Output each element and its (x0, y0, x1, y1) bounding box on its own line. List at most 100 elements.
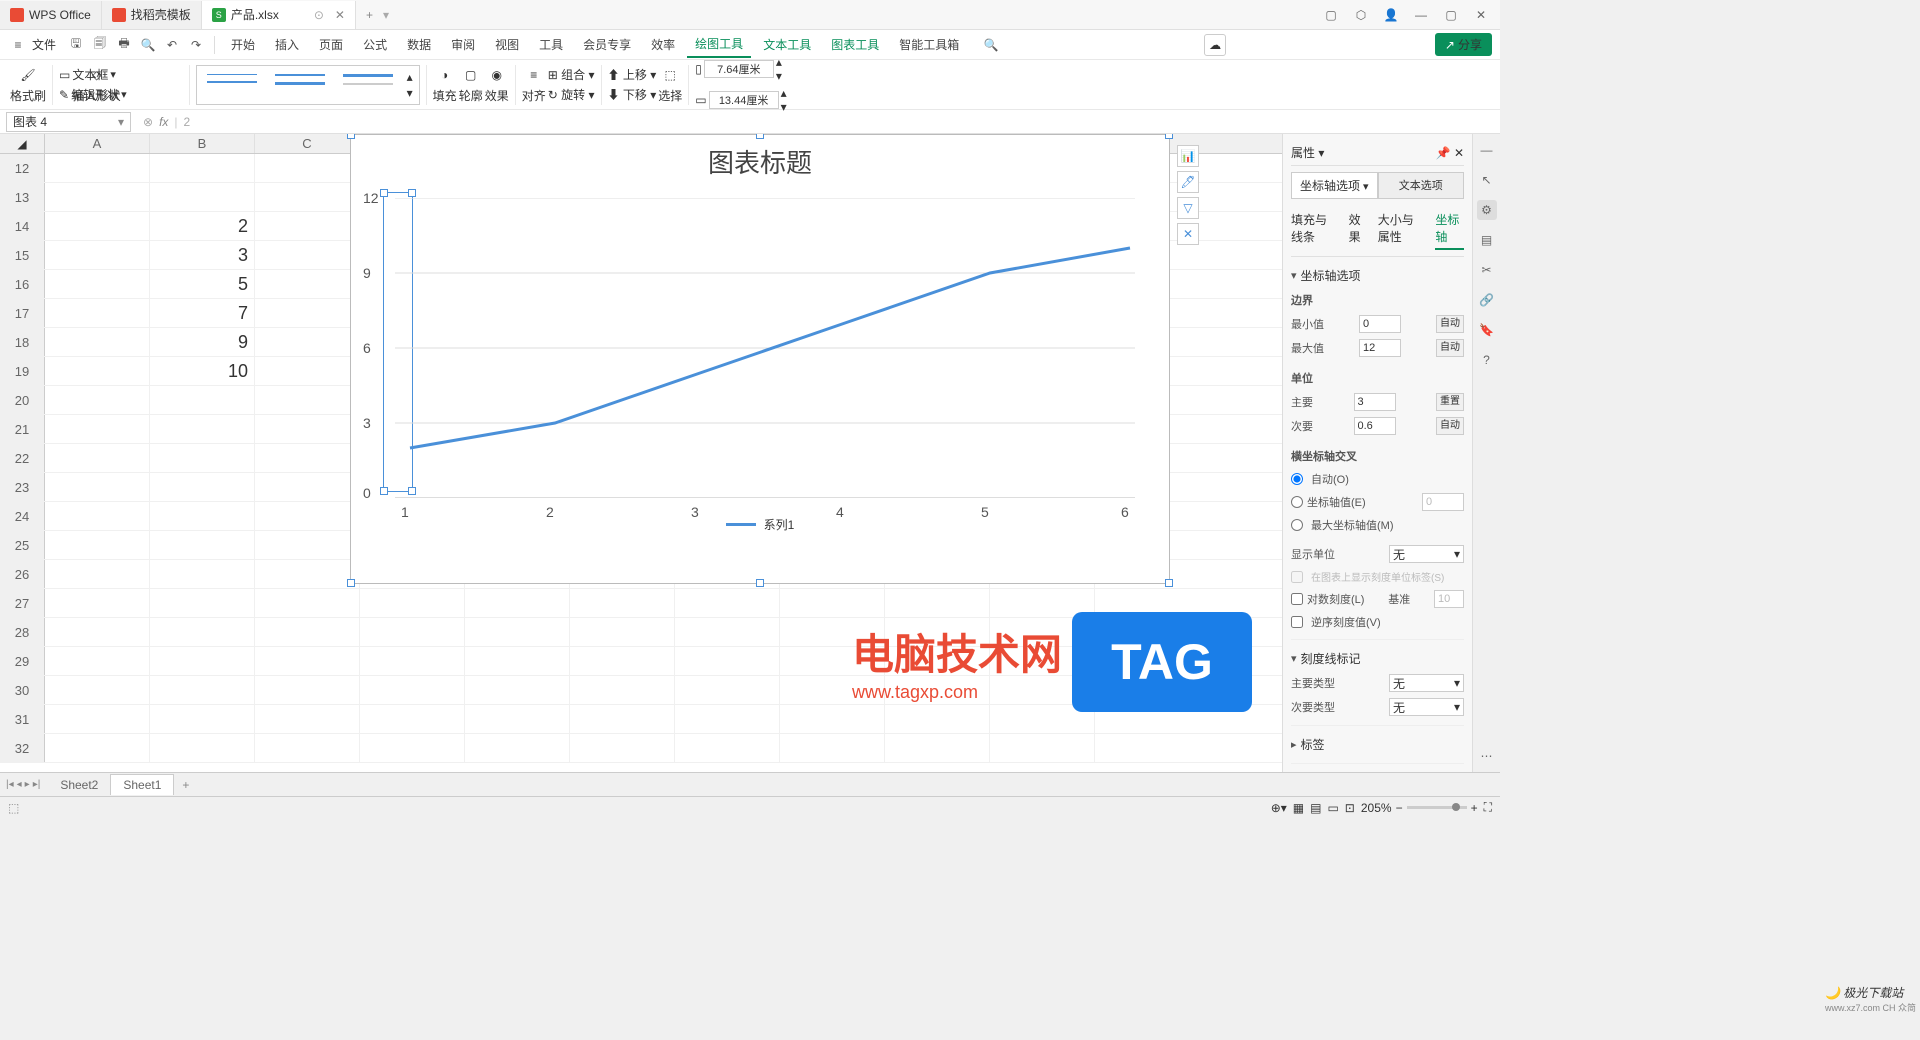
cell[interactable] (570, 647, 675, 675)
col-header[interactable]: A (45, 134, 150, 153)
cell[interactable] (45, 241, 150, 269)
cell[interactable] (45, 212, 150, 240)
cell[interactable] (45, 705, 150, 733)
close-button[interactable]: ✕ (1470, 4, 1492, 26)
row-header[interactable]: 17 (0, 299, 45, 327)
line-style-gallery[interactable]: ▴▾ (196, 65, 420, 105)
section-labels[interactable]: ▸ 标签 (1291, 732, 1464, 757)
row-header[interactable]: 31 (0, 705, 45, 733)
auto-button[interactable]: 自动 (1436, 315, 1464, 333)
cell[interactable] (150, 183, 255, 211)
panel-icon[interactable]: ▢ (1320, 4, 1342, 26)
max-input[interactable] (1359, 339, 1401, 357)
row-header[interactable]: 13 (0, 183, 45, 211)
cell[interactable] (150, 154, 255, 182)
major-type-select[interactable]: 无▾ (1389, 674, 1464, 692)
cell[interactable] (150, 734, 255, 762)
cell[interactable] (255, 212, 360, 240)
tab-member[interactable]: 会员专享 (575, 32, 639, 57)
auto-button[interactable]: 自动 (1436, 417, 1464, 435)
cell[interactable] (780, 734, 885, 762)
undo-icon[interactable]: ↶ (162, 35, 182, 55)
cell[interactable] (360, 618, 465, 646)
cell[interactable]: 10 (150, 357, 255, 385)
chart-handle[interactable] (756, 134, 764, 139)
cell[interactable] (150, 444, 255, 472)
cell[interactable] (360, 647, 465, 675)
menu-icon[interactable]: ≡ (8, 35, 28, 55)
chart-settings-icon[interactable]: ✕ (1177, 223, 1199, 245)
layers-icon[interactable]: ▤ (1477, 230, 1497, 250)
cell[interactable] (570, 676, 675, 704)
tab-overflow-icon[interactable]: ⊙ (314, 8, 324, 22)
col-header[interactable]: C (255, 134, 360, 153)
height-input[interactable] (709, 91, 779, 109)
cell[interactable] (45, 560, 150, 588)
first-sheet-icon[interactable]: |◂ (6, 779, 14, 790)
user-avatar-icon[interactable]: 👤 (1380, 4, 1402, 26)
cell[interactable] (45, 647, 150, 675)
tab-start[interactable]: 开始 (223, 32, 263, 57)
cell[interactable] (45, 444, 150, 472)
tab-page[interactable]: 页面 (311, 32, 351, 57)
fx-icon[interactable]: fx (159, 115, 168, 129)
cell[interactable] (255, 357, 360, 385)
cell[interactable] (675, 647, 780, 675)
grid-row[interactable]: 32 (0, 734, 1282, 763)
settings-tool-icon[interactable]: ⚙ (1477, 200, 1497, 220)
auto-button[interactable]: 自动 (1436, 339, 1464, 357)
subtab-effects[interactable]: 效果 (1349, 211, 1368, 250)
down-arrow-icon[interactable]: ▾ (407, 86, 413, 100)
cell[interactable]: 5 (150, 270, 255, 298)
minor-type-select[interactable]: 无▾ (1389, 698, 1464, 716)
text-options-tab[interactable]: 文本选项 (1378, 172, 1465, 199)
chart-title[interactable]: 图表标题 (351, 135, 1169, 188)
row-header[interactable]: 18 (0, 328, 45, 356)
cell[interactable] (675, 676, 780, 704)
close-panel-icon[interactable]: ✕ (1454, 146, 1464, 160)
cell[interactable] (45, 154, 150, 182)
collapse-icon[interactable]: — (1477, 140, 1497, 160)
cell[interactable] (150, 502, 255, 530)
link-icon[interactable]: 🔗 (1477, 290, 1497, 310)
base-input[interactable] (1434, 590, 1464, 608)
row-header[interactable]: 22 (0, 444, 45, 472)
print2-icon[interactable]: 🖶 (114, 35, 134, 55)
cross-max-radio[interactable] (1291, 519, 1303, 531)
cell[interactable] (255, 299, 360, 327)
next-sheet-icon[interactable]: ▸ (25, 779, 30, 790)
zoom-out-button[interactable]: − (1396, 801, 1403, 815)
subtab-size[interactable]: 大小与属性 (1378, 211, 1426, 250)
cell[interactable] (255, 676, 360, 704)
cell[interactable] (150, 473, 255, 501)
cell[interactable] (255, 705, 360, 733)
log-checkbox[interactable] (1291, 593, 1303, 605)
row-header[interactable]: 27 (0, 589, 45, 617)
axis-options-tab[interactable]: 坐标轴选项 ▾ (1291, 172, 1378, 199)
cell[interactable] (255, 183, 360, 211)
cross-val-radio[interactable] (1291, 496, 1303, 508)
cell[interactable] (255, 154, 360, 182)
cell[interactable] (570, 734, 675, 762)
name-box[interactable]: 图表 4▾ (6, 112, 131, 132)
row-header[interactable]: 24 (0, 502, 45, 530)
cube-icon[interactable]: ⬡ (1350, 4, 1372, 26)
tab-draw-tools[interactable]: 绘图工具 (687, 31, 751, 58)
select-tool-icon[interactable]: ↖ (1477, 170, 1497, 190)
tab-tools[interactable]: 工具 (531, 32, 571, 57)
cell[interactable] (465, 589, 570, 617)
cell[interactable] (45, 415, 150, 443)
zoom-in-button[interactable]: + (1471, 801, 1478, 815)
row-header[interactable]: 19 (0, 357, 45, 385)
display-unit-select[interactable]: 无▾ (1389, 545, 1464, 563)
reader-view-icon[interactable]: ⊡ (1345, 801, 1355, 815)
cell[interactable] (465, 676, 570, 704)
cell[interactable] (675, 705, 780, 733)
cell[interactable] (45, 183, 150, 211)
chart-style-icon[interactable]: 🖊 (1177, 171, 1199, 193)
cell[interactable] (45, 328, 150, 356)
pin-icon[interactable]: 📌 (1436, 146, 1451, 160)
cell[interactable] (150, 618, 255, 646)
cell[interactable] (885, 734, 990, 762)
cell[interactable] (150, 705, 255, 733)
